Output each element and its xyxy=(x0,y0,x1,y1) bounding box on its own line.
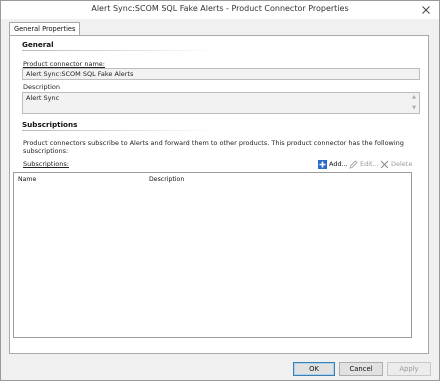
subscriptions-heading: Subscriptions xyxy=(22,120,78,129)
description-label: Description xyxy=(23,83,61,91)
connector-name-label: Product connector name: xyxy=(23,60,105,68)
edit-subscription-button[interactable]: Edit... xyxy=(349,158,379,170)
apply-button[interactable]: Apply xyxy=(387,362,431,376)
add-subscription-button[interactable]: Add... xyxy=(318,158,348,170)
subscriptions-list-label-text: Subscriptions: xyxy=(23,160,69,168)
close-icon xyxy=(422,6,430,14)
general-divider xyxy=(22,50,217,51)
connector-name-field[interactable]: Alert Sync:SCOM SQL Fake Alerts xyxy=(22,68,420,80)
window-title: Alert Sync:SCOM SQL Fake Alerts - Produc… xyxy=(91,4,349,13)
add-icon xyxy=(318,159,327,169)
subscriptions-list-label: Subscriptions: xyxy=(23,160,69,168)
add-label: Add... xyxy=(329,160,348,168)
delete-label: Delete xyxy=(391,160,413,168)
close-button[interactable] xyxy=(419,3,433,17)
subscriptions-divider xyxy=(22,130,217,131)
scroll-up-icon[interactable]: ▲ xyxy=(412,94,416,101)
ok-button[interactable]: OK xyxy=(293,362,335,376)
edit-label: Edit... xyxy=(360,160,379,168)
table-header: Name Description xyxy=(14,173,411,185)
connector-name-value: Alert Sync:SCOM SQL Fake Alerts xyxy=(26,70,134,78)
description-value: Alert Sync xyxy=(26,94,60,102)
column-header-description[interactable]: Description xyxy=(149,176,184,183)
general-heading: General xyxy=(22,40,54,49)
title-bar: Alert Sync:SCOM SQL Fake Alerts - Produc… xyxy=(1,1,439,19)
cancel-button[interactable]: Cancel xyxy=(339,362,383,376)
scroll-down-icon[interactable]: ▼ xyxy=(412,105,416,112)
pencil-icon xyxy=(349,159,358,169)
column-header-name[interactable]: Name xyxy=(18,176,36,183)
description-scrollbar[interactable]: ▲ ▼ xyxy=(411,94,417,112)
delete-icon xyxy=(380,160,389,168)
properties-dialog: Alert Sync:SCOM SQL Fake Alerts - Produc… xyxy=(0,0,440,381)
description-field[interactable]: Alert Sync ▲ ▼ xyxy=(22,92,420,114)
subscriptions-table[interactable]: Name Description xyxy=(13,172,412,338)
connector-name-label-text: Product connector name: xyxy=(23,60,105,68)
tab-general-properties[interactable]: General Properties xyxy=(9,22,81,36)
delete-subscription-button[interactable]: Delete xyxy=(380,158,412,170)
subscriptions-info-text: Product connectors subscribe to Alerts a… xyxy=(23,139,404,155)
